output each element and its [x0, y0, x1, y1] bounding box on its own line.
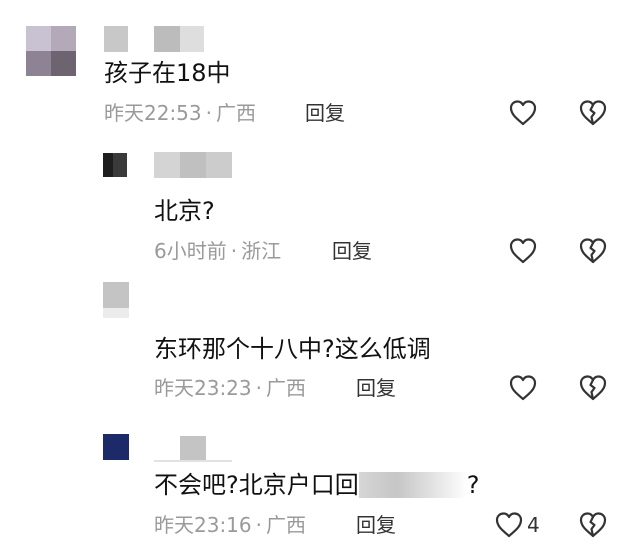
comment-time: 昨天23:16	[154, 513, 252, 537]
avatar[interactable]	[103, 282, 129, 318]
dislike-button[interactable]	[578, 236, 608, 266]
comment-meta: 昨天22:53 · 广西	[104, 100, 256, 126]
like-button[interactable]	[508, 98, 538, 128]
redacted-text	[358, 472, 467, 498]
separator: ·	[255, 376, 262, 400]
heart-outline-icon	[509, 100, 537, 126]
broken-heart-icon	[579, 375, 607, 401]
comment-meta: 6小时前 · 浙江	[154, 238, 281, 264]
separator: ·	[255, 513, 262, 537]
username-redacted[interactable]	[154, 152, 232, 178]
like-count: 4	[527, 513, 540, 537]
comment-text: 孩子在18中	[104, 59, 231, 87]
broken-heart-icon	[579, 238, 607, 264]
heart-outline-icon	[495, 512, 523, 538]
comment-text-start: 不会吧?北京户口回	[154, 471, 359, 499]
comment-time: 昨天22:53	[104, 101, 202, 125]
comment-meta: 昨天23:16 · 广西	[154, 512, 306, 538]
avatar[interactable]	[103, 434, 129, 460]
like-button[interactable]	[494, 510, 524, 540]
comment-3: 东环那个十八中?这么低调 昨天23:23 · 广西 回复	[0, 270, 640, 420]
reply-button[interactable]: 回复	[356, 512, 396, 538]
comment-time: 6小时前	[154, 239, 227, 263]
heart-outline-icon	[509, 375, 537, 401]
comment-location: 广西	[266, 513, 306, 537]
avatar[interactable]	[103, 153, 127, 177]
comment-4: 不会吧?北京户口回? 昨天23:16 · 广西 回复 4	[0, 420, 640, 558]
username-redacted[interactable]	[154, 436, 232, 462]
comment-time: 昨天23:23	[154, 376, 252, 400]
comment-1: 孩子在18中 昨天22:53 · 广西 回复	[0, 0, 640, 140]
comment-location: 浙江	[241, 239, 282, 263]
separator: ·	[230, 239, 238, 263]
comment-text: 不会吧?北京户口回?	[154, 470, 480, 500]
username-redacted[interactable]	[104, 26, 204, 52]
dislike-button[interactable]	[578, 98, 608, 128]
broken-heart-icon	[579, 512, 607, 538]
avatar[interactable]	[26, 26, 76, 76]
like-button[interactable]	[508, 236, 538, 266]
broken-heart-icon	[579, 100, 607, 126]
reply-button[interactable]: 回复	[356, 375, 396, 401]
comment-meta: 昨天23:23 · 广西	[154, 375, 306, 401]
heart-outline-icon	[509, 238, 537, 264]
dislike-button[interactable]	[578, 510, 608, 540]
comment-text: 东环那个十八中?这么低调	[154, 335, 431, 363]
comment-location: 广西	[216, 101, 256, 125]
separator: ·	[205, 101, 212, 125]
reply-button[interactable]: 回复	[305, 100, 345, 126]
reply-button[interactable]: 回复	[332, 238, 372, 264]
dislike-button[interactable]	[578, 373, 608, 403]
comment-text-end: ?	[466, 471, 480, 499]
comment-location: 广西	[266, 376, 306, 400]
comment-text: 北京?	[154, 197, 215, 225]
comment-2: 北京? 6小时前 · 浙江 回复	[0, 140, 640, 270]
like-button[interactable]	[508, 373, 538, 403]
